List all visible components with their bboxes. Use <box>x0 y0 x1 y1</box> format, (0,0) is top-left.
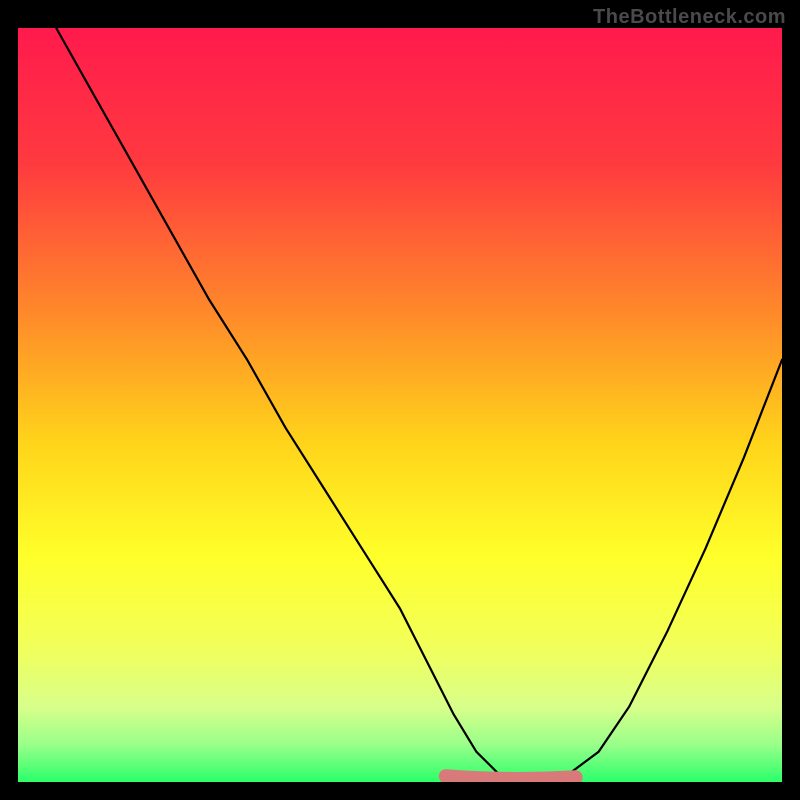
plot-svg <box>18 28 782 782</box>
optimal-region-marker <box>446 776 576 779</box>
chart-frame: TheBottleneck.com <box>0 0 800 800</box>
watermark-label: TheBottleneck.com <box>593 6 786 29</box>
bottleneck-plot <box>18 28 782 782</box>
gradient-background <box>18 28 782 782</box>
